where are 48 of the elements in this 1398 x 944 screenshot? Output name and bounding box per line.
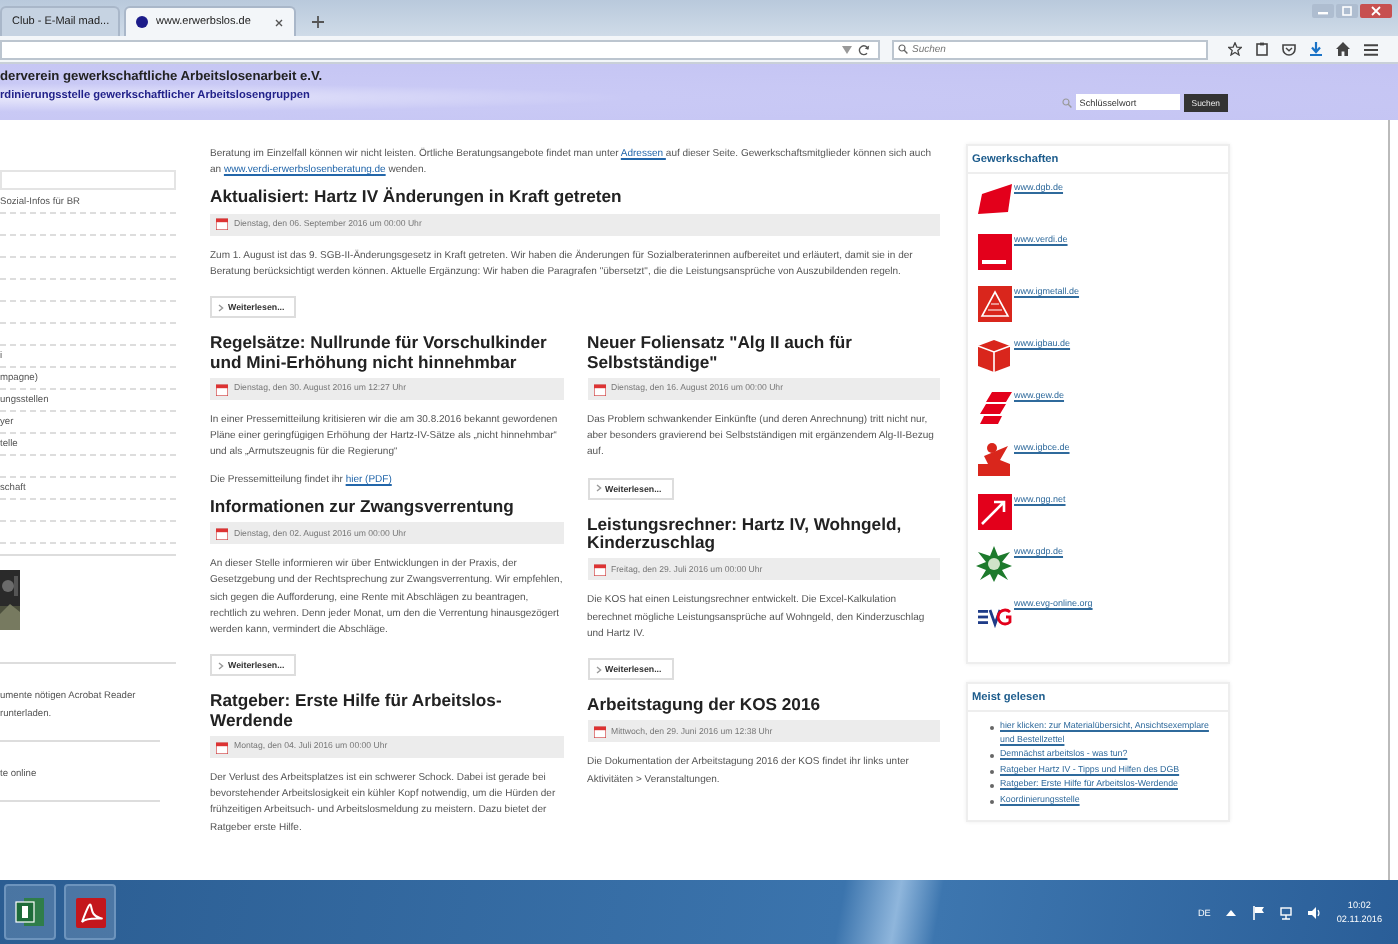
pocket-icon[interactable]	[1282, 43, 1296, 55]
flag-icon[interactable]	[1252, 905, 1267, 919]
calendar-icon	[216, 527, 228, 540]
search-icon	[1061, 97, 1072, 107]
calendar-icon	[216, 383, 228, 396]
slanted-logo-icon	[976, 182, 1012, 218]
chevron-icon	[218, 303, 224, 312]
article-title[interactable]: Leistungsrechner: Hartz IV, Wohngeld, Kinderzuschlag	[587, 515, 940, 553]
article-title[interactable]: Regelsätze: Nullrunde für Vorschulkinder und Mini-Erhöhung nicht hinnehmbar	[210, 334, 563, 373]
taskbar-app[interactable]	[64, 884, 116, 940]
cube-logo-icon	[976, 338, 1012, 374]
chevron-icon	[218, 661, 224, 670]
calendar-icon	[216, 218, 228, 231]
up-arrow-icon[interactable]	[1224, 905, 1239, 919]
calendar-icon	[593, 725, 605, 738]
network-icon[interactable]	[1280, 905, 1295, 919]
star-icon[interactable]	[1228, 42, 1242, 56]
chevron-icon	[595, 665, 601, 674]
article-title[interactable]: Arbeitstagung der KOS 2016	[587, 696, 940, 715]
dropdown-icon[interactable]	[842, 45, 852, 53]
triangle-logo-icon	[976, 286, 1012, 322]
article-title[interactable]: Aktualisiert: Hartz IV Änderungen in Kraft getreten	[210, 188, 940, 208]
figure-logo-icon	[976, 442, 1012, 478]
sidebar-field[interactable]	[0, 170, 176, 190]
address-field[interactable]	[0, 39, 880, 59]
calendar-icon	[593, 383, 605, 396]
chevron-icon	[595, 484, 601, 493]
menu-icon[interactable]	[1364, 43, 1378, 55]
arrow-logo-icon	[976, 494, 1012, 530]
calendar-icon	[593, 563, 605, 576]
calendar-icon	[216, 741, 228, 754]
download-icon[interactable]	[1310, 42, 1322, 56]
article-title[interactable]: Informationen zur Zwangsverrentung	[210, 497, 563, 517]
home-icon[interactable]	[1336, 42, 1350, 56]
star-logo-icon	[976, 546, 1012, 582]
taskbar-app[interactable]	[4, 884, 56, 940]
article-title[interactable]: Ratgeber: Erste Hilfe für Arbeitslos-Werdende	[210, 692, 563, 731]
stripes-logo-icon	[976, 390, 1012, 426]
project-app-icon	[14, 896, 46, 928]
close-icon[interactable]	[274, 17, 284, 27]
clipboard-icon[interactable]	[1256, 42, 1268, 56]
speaker-icon[interactable]	[1308, 905, 1323, 919]
pdf-app-icon	[75, 897, 105, 927]
article-title[interactable]: Neuer Foliensatz "Alg II auch für Selbstständige"	[587, 334, 940, 373]
new-tab-icon[interactable]	[312, 16, 324, 28]
close-icon[interactable]	[1360, 4, 1392, 18]
reload-icon[interactable]	[858, 43, 870, 55]
square-logo-icon	[976, 234, 1012, 270]
